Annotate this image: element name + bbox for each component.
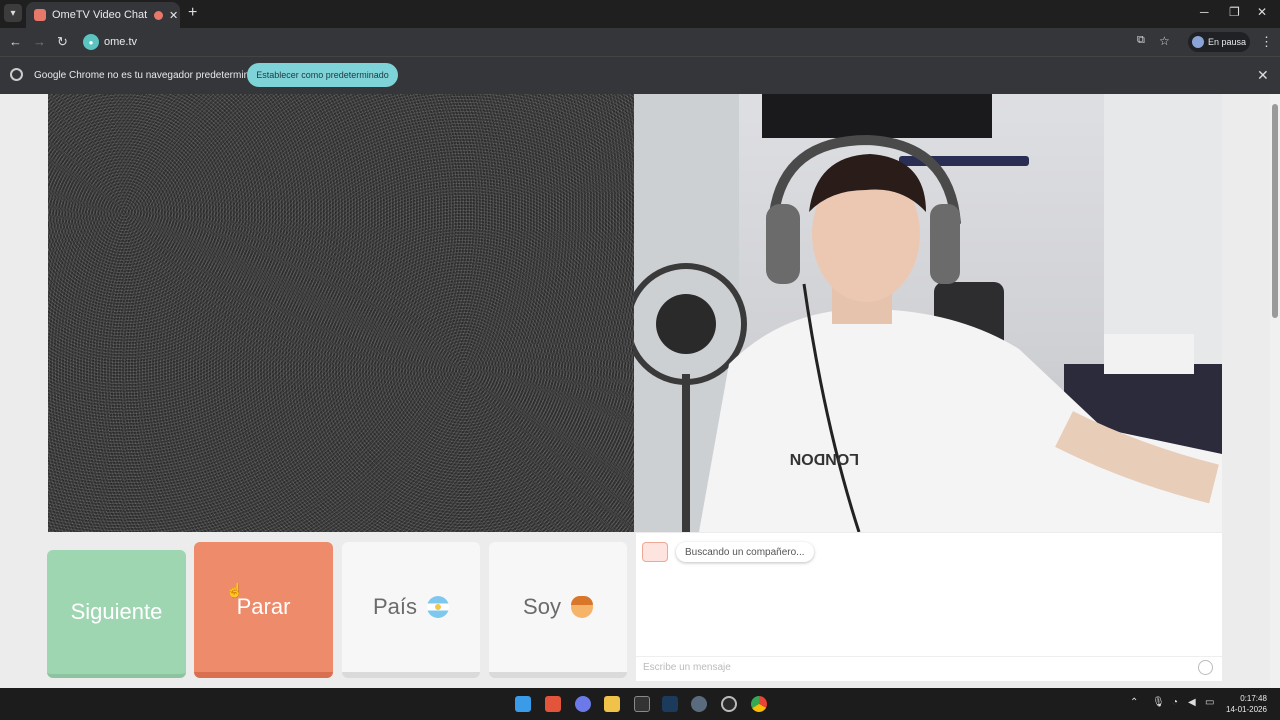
shirt-text: LONDON bbox=[790, 450, 859, 467]
browser-tab[interactable]: OmeTV Video Chat — Ome ✕ bbox=[26, 2, 180, 28]
tab-close-icon[interactable]: ✕ bbox=[169, 9, 178, 22]
tab-title: OmeTV Video Chat — Ome bbox=[52, 9, 150, 21]
wifi-icon[interactable]: ◔ bbox=[1172, 697, 1178, 708]
stop-label: Parar bbox=[236, 594, 291, 619]
profile-button[interactable]: En pausa bbox=[1188, 32, 1250, 52]
forward-icon[interactable]: → bbox=[33, 34, 46, 49]
boy-emoji-icon bbox=[570, 596, 593, 618]
start-menu-icon[interactable] bbox=[515, 696, 531, 712]
clock-date: 14-01-2026 bbox=[1226, 705, 1267, 714]
address-bar[interactable] bbox=[78, 31, 1178, 53]
clock-time: 0:17:48 bbox=[1240, 694, 1267, 703]
country-button[interactable]: País bbox=[342, 542, 480, 678]
profile-label: En pausa bbox=[1208, 37, 1247, 47]
mouse-cursor-icon: ☝ bbox=[226, 582, 244, 598]
github-icon[interactable] bbox=[721, 696, 737, 712]
cast-icon[interactable]: ⧉ bbox=[1137, 34, 1145, 47]
stop-button[interactable]: Parar bbox=[194, 542, 333, 678]
avatar bbox=[1192, 36, 1204, 48]
chrome-taskbar-icon[interactable] bbox=[751, 696, 767, 712]
site-info-icon[interactable]: ● bbox=[83, 34, 99, 50]
file-explorer-icon[interactable] bbox=[604, 696, 620, 712]
infobar-message: Google Chrome no es tu navegador predete… bbox=[34, 70, 266, 81]
steam-icon[interactable] bbox=[662, 696, 678, 712]
next-label: Siguiente bbox=[70, 599, 163, 624]
tab-search-button[interactable]: ▾ bbox=[4, 4, 22, 22]
new-tab-button[interactable]: + bbox=[188, 4, 197, 22]
back-icon[interactable]: ← bbox=[9, 34, 22, 49]
next-button[interactable]: Siguiente bbox=[47, 550, 186, 678]
chat-input-placeholder[interactable]: Escribe un mensaje bbox=[643, 662, 731, 673]
reload-icon[interactable]: ↻ bbox=[57, 34, 68, 50]
volume-icon[interactable]: ◀ bbox=[1188, 697, 1196, 708]
self-webcam-video: LONDON bbox=[634, 94, 1222, 532]
webcam-scene: LONDON bbox=[634, 94, 1222, 532]
taskbar-clock[interactable]: 0:17:48 14-01-2026 bbox=[1226, 693, 1267, 715]
emoji-icon[interactable] bbox=[1198, 660, 1213, 675]
discord-icon[interactable] bbox=[575, 696, 591, 712]
gender-button[interactable]: Soy bbox=[489, 542, 627, 678]
ometv-logo-icon bbox=[642, 542, 668, 562]
scrollbar-thumb[interactable] bbox=[1272, 104, 1278, 318]
app-icon[interactable] bbox=[634, 696, 650, 712]
brave-icon[interactable] bbox=[545, 696, 561, 712]
chrome-icon bbox=[10, 68, 23, 81]
minimize-icon[interactable]: ─ bbox=[1200, 5, 1209, 19]
chat-status-message: Buscando un compañero... bbox=[676, 542, 814, 562]
url-text[interactable]: ome.tv bbox=[104, 36, 137, 48]
argentina-flag-icon bbox=[427, 596, 450, 618]
set-default-button[interactable]: Establecer como predeterminado bbox=[247, 63, 398, 87]
partner-video-static bbox=[48, 94, 634, 532]
country-label: País bbox=[372, 594, 418, 619]
menu-kebab-icon[interactable]: ⋮ bbox=[1260, 34, 1273, 50]
recording-icon bbox=[154, 10, 163, 20]
restore-icon[interactable]: ❐ bbox=[1229, 5, 1240, 19]
tray-chevron-icon[interactable]: ⌃ bbox=[1130, 697, 1138, 708]
settings-icon[interactable] bbox=[691, 696, 707, 712]
close-window-icon[interactable]: ✕ bbox=[1257, 5, 1267, 19]
battery-icon[interactable]: ▭ bbox=[1205, 697, 1214, 708]
gender-label: Soy bbox=[523, 594, 561, 619]
infobar-close-icon[interactable]: ✕ bbox=[1257, 67, 1269, 84]
ometv-favicon-icon bbox=[34, 9, 46, 21]
bookmark-star-icon[interactable]: ☆ bbox=[1159, 34, 1170, 48]
microphone-icon[interactable]: 🎙 bbox=[1152, 697, 1165, 708]
